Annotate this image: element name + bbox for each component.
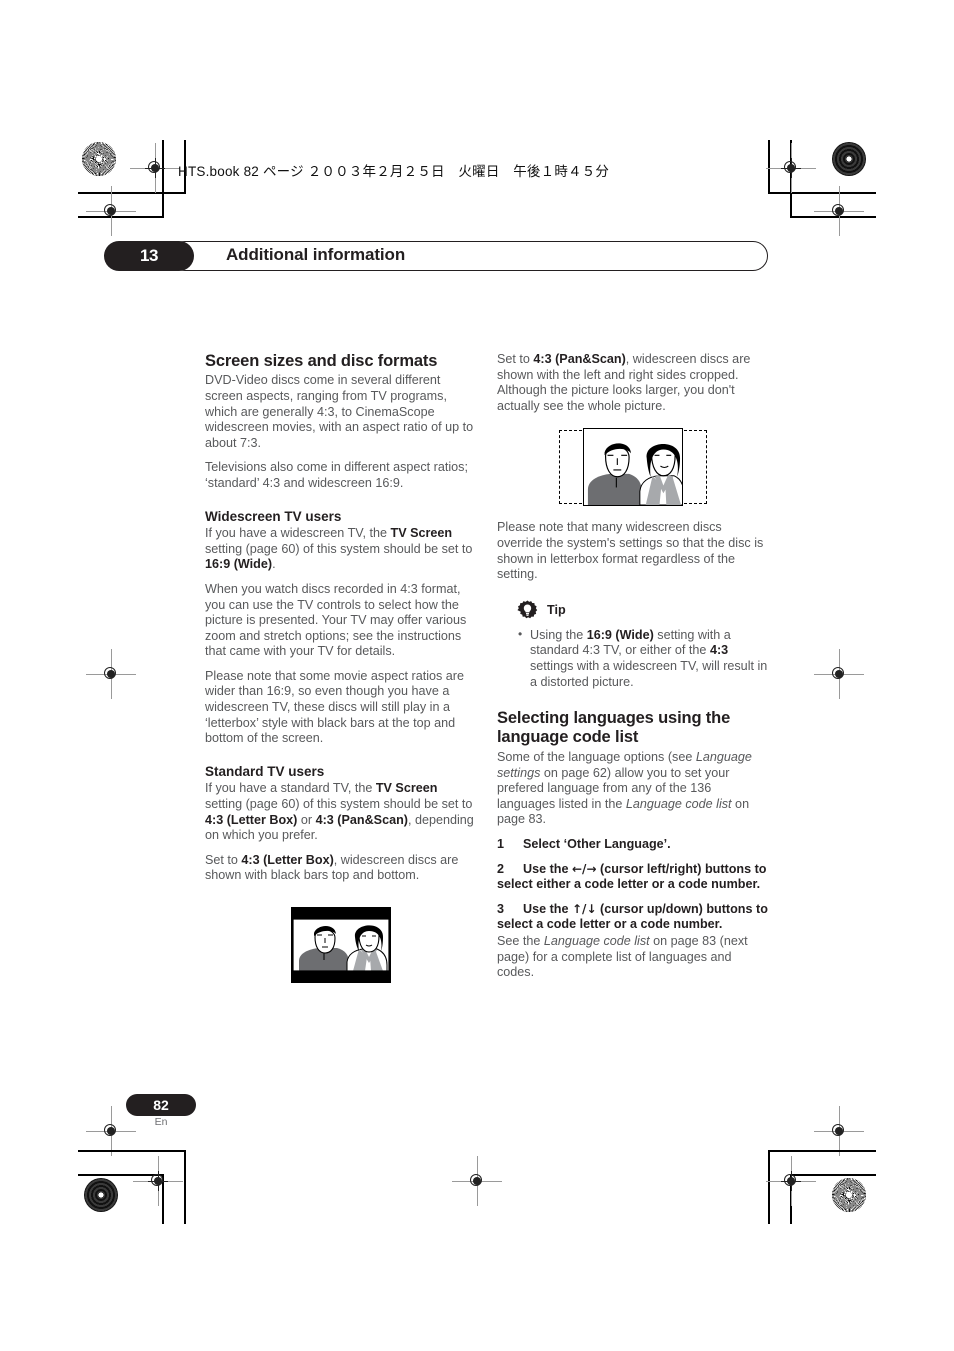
subheading-standard-tv-users: Standard TV users bbox=[205, 763, 325, 779]
section-heading-selecting-languages: Selecting languages using the language c… bbox=[497, 709, 731, 746]
step-text: Use the bbox=[523, 901, 572, 916]
bold-4-3: 4:3 bbox=[709, 643, 729, 658]
step-number: 3 bbox=[497, 901, 505, 916]
paragraph-dvd-aspects: DVD-Video discs come in several differen… bbox=[205, 373, 474, 450]
italic-language-code-list: Language code list bbox=[543, 934, 650, 948]
text-run: If you have a widescreen TV, the bbox=[205, 526, 391, 541]
chapter-number-badge: 13 bbox=[104, 241, 194, 271]
registration-mark-bottom-center bbox=[452, 1156, 502, 1206]
text-run: setting (page 60) of this system should … bbox=[205, 541, 473, 556]
panscan-visible-picture bbox=[583, 428, 683, 507]
section-heading-screen-sizes: Screen sizes and disc formats bbox=[205, 352, 438, 370]
subheading-widescreen-tv-users: Widescreen TV users bbox=[205, 508, 342, 524]
registration-star-bottom-right bbox=[832, 1178, 866, 1212]
italic-language-code-list: Language code list bbox=[625, 796, 732, 811]
letterbox-tv-illustration bbox=[291, 906, 391, 983]
bold-16-9-wide: 16:9 (Wide) bbox=[205, 557, 273, 572]
registration-mark-upper-left-edge bbox=[86, 186, 136, 236]
registration-mark-lower-left-edge bbox=[86, 1106, 136, 1156]
paragraph-wider-than-16-9: Please note that some movie aspect ratio… bbox=[205, 668, 465, 746]
paragraph-widescreen-setting: If you have a widescreen TV, the TV Scre… bbox=[205, 526, 477, 573]
text-run: See the bbox=[497, 934, 544, 948]
text-run: Set to bbox=[205, 852, 242, 867]
registration-star-bottom-left bbox=[84, 1178, 118, 1212]
registration-star-top-right bbox=[832, 142, 866, 176]
paragraph-letterbox-result: Set to 4:3 (Letter Box), widescreen disc… bbox=[205, 853, 477, 884]
step-text: Select ‘Other Language’. bbox=[523, 837, 671, 852]
registration-mark-top-right-inner bbox=[766, 143, 816, 193]
text-run: settings with a widescreen TV, will resu… bbox=[530, 658, 768, 689]
step-text: Use the bbox=[523, 861, 572, 876]
panscan-scene-svg bbox=[584, 429, 682, 506]
registration-mark-lower-right-edge bbox=[814, 1106, 864, 1156]
text-run: setting (page 60) of this system should … bbox=[205, 796, 473, 811]
registration-mark-mid-left bbox=[86, 649, 136, 699]
cursor-up-down-arrows-icon: ↑/↓ bbox=[572, 901, 597, 916]
paragraph-language-options: Some of the language options (see Langua… bbox=[497, 750, 769, 828]
right-text-column: Set to 4:3 (Pan&Scan), widescreen discs … bbox=[497, 352, 769, 990]
tip-label: Tip bbox=[547, 603, 566, 618]
registration-mark-top-left-inner bbox=[130, 143, 180, 193]
tip-bullet-list: Using the 16:9 (Wide) setting with a sta… bbox=[497, 627, 769, 690]
print-file-header: HTS.book 82 ページ ２００３年２月２５日 火曜日 午後１時４５分 bbox=[178, 164, 610, 179]
step-3: 3 Use the ↑/↓ (cursor up/down) buttons to… bbox=[497, 902, 769, 933]
step-2: 2 Use the ←/→ (cursor left/right) buttons… bbox=[497, 862, 769, 893]
paragraph-4-3-discs-on-widescreen: When you watch discs recorded in 4:3 for… bbox=[205, 581, 467, 659]
bold-tv-screen: TV Screen bbox=[390, 526, 453, 541]
bold-4-3-panscan: 4:3 (Pan&Scan) bbox=[533, 352, 626, 366]
bold-4-3-letter-box: 4:3 (Letter Box) bbox=[241, 852, 334, 867]
text-run: Some of the language options (see bbox=[497, 750, 696, 765]
paragraph-standard-setting: If you have a standard TV, the TV Screen… bbox=[205, 781, 477, 843]
letterbox-scene-svg bbox=[291, 906, 391, 983]
bold-4-3-panscan: 4:3 (Pan&Scan) bbox=[315, 812, 408, 827]
left-text-column: Screen sizes and disc formats DVD-Video … bbox=[205, 352, 477, 983]
text-run: If you have a standard TV, the bbox=[205, 781, 376, 796]
registration-mark-mid-right bbox=[814, 649, 864, 699]
cursor-left-right-arrows-icon: ←/→ bbox=[572, 861, 597, 876]
tip-header: Tip bbox=[517, 600, 769, 621]
bold-16-9-wide: 16:9 (Wide) bbox=[586, 627, 654, 642]
paragraph-see-language-code-list: See the Language code list on page 83 (n… bbox=[497, 934, 769, 981]
text-run: Using the bbox=[530, 627, 587, 642]
gear-lightbulb-icon bbox=[517, 600, 538, 619]
paragraph-tv-aspects: Televisions also come in different aspec… bbox=[205, 460, 468, 491]
registration-mark-upper-right-edge bbox=[814, 186, 864, 236]
bold-4-3-letter-box: 4:3 (Letter Box) bbox=[205, 812, 298, 827]
step-number: 2 bbox=[497, 861, 505, 876]
step-1: 1 Select ‘Other Language’. bbox=[497, 837, 769, 853]
chapter-title: Additional information bbox=[226, 245, 406, 264]
registration-mark-bottom-left-inner bbox=[133, 1156, 183, 1206]
text-run: Set to bbox=[497, 352, 534, 366]
page-number-badge: 82 bbox=[126, 1094, 196, 1116]
step-number: 1 bbox=[497, 837, 505, 852]
bold-tv-screen: TV Screen bbox=[375, 781, 438, 796]
registration-mark-bottom-right-inner bbox=[766, 1156, 816, 1206]
chapter-header-bar: 13 Additional information bbox=[104, 241, 768, 271]
tip-box: Tip Using the 16:9 (Wide) setting with a… bbox=[497, 600, 769, 690]
registration-star-top-left bbox=[82, 142, 116, 176]
text-run: . bbox=[272, 557, 276, 572]
panscan-tv-illustration bbox=[559, 428, 707, 507]
text-run: or bbox=[297, 812, 316, 827]
paragraph-discs-override-settings: Please note that many widescreen discs o… bbox=[497, 520, 764, 582]
page-language-code: En bbox=[154, 1116, 168, 1128]
procedure-steps: 1 Select ‘Other Language’. 2 Use the ←/→ (… bbox=[497, 837, 769, 933]
paragraph-panscan-result: Set to 4:3 (Pan&Scan), widescreen discs … bbox=[497, 352, 769, 414]
tip-bullet-item: Using the 16:9 (Wide) setting with a sta… bbox=[517, 627, 769, 690]
